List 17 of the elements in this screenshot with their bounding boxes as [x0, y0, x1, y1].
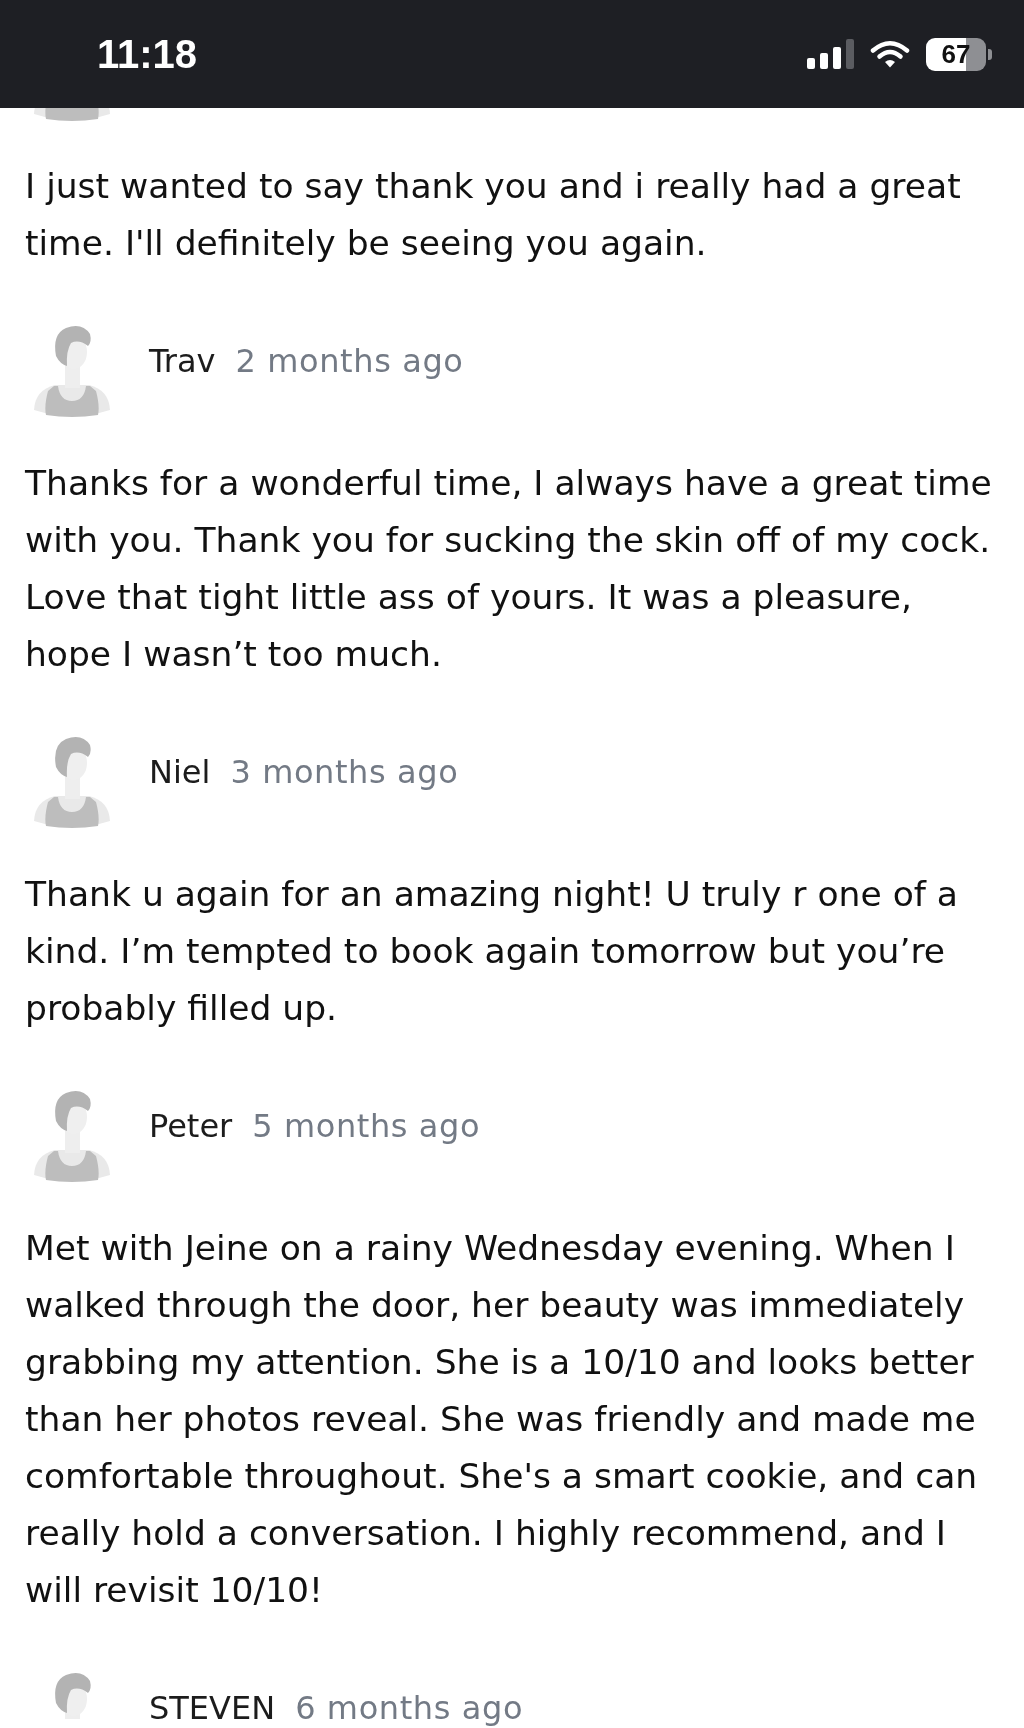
review-time: 6 months ago: [295, 1689, 524, 1727]
review-text: Thanks for a wonderful time, I always have a great time with you. Thank you for sucking the skin off of my cock. Love that tight little ass of yours. It was a pleasure, hope I wasn’t too much.: [25, 462, 993, 676]
reviewer-name: Peter: [149, 1107, 233, 1145]
reviewer-name: STEVEN: [149, 1689, 276, 1727]
wifi-icon: [870, 39, 910, 69]
review-text: Thank u again for an amazing night! U truly r one of a kind. I’m tempted to book again tomorrow but you’re probably filled up.: [25, 873, 959, 1030]
review-time: 5 months ago: [252, 1107, 481, 1145]
review-time: 2 months ago: [235, 342, 464, 380]
avatar-silhouette-icon: [33, 108, 111, 122]
review-text: Met with Jeine on a rainy Wednesday evening. When I walked through the door, her beauty was immediately grabbing my attention. She is a 10/10 and looks better than her photos reveal. She was friendly and made me comfortable throughout. She's a smart cookie, and can really hold a conversation. I highly recommend, and I will revisit 10/10!: [25, 1227, 979, 1612]
review-time: 3 months ago: [230, 753, 459, 791]
clock-time: 11:18: [97, 31, 198, 77]
reviewer-name: Trav: [149, 342, 216, 380]
signal-icon: [807, 39, 854, 69]
review-text: I just wanted to say thank you and i really had a great time. I'll definitely be seeing you again.: [25, 165, 962, 265]
battery-indicator: 67: [926, 37, 992, 71]
reviewer-name: Niel: [149, 753, 211, 791]
